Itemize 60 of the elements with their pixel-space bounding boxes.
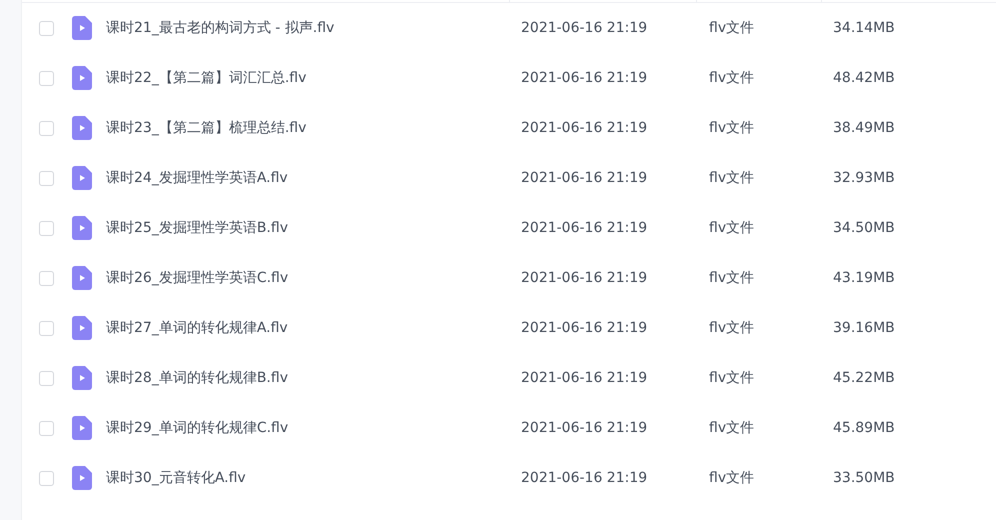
checkbox[interactable] <box>39 370 54 386</box>
checkbox[interactable] <box>39 320 54 336</box>
video-file-icon <box>72 466 92 490</box>
file-size: 38.49MB <box>833 120 895 136</box>
video-file-icon <box>72 166 92 190</box>
video-file-icon <box>72 216 92 240</box>
file-name[interactable]: 课时27_单词的转化规律A.flv <box>106 318 288 338</box>
file-type: flv文件 <box>709 370 754 386</box>
file-name[interactable]: 课时22_【第二篇】词汇汇总.flv <box>106 68 306 88</box>
checkbox[interactable] <box>39 220 54 236</box>
modified-date: 2021-06-16 21:19 <box>521 120 648 136</box>
modified-date: 2021-06-16 21:19 <box>521 220 648 236</box>
file-size: 39.16MB <box>833 320 895 336</box>
modified-date: 2021-06-16 21:19 <box>521 370 648 386</box>
checkbox[interactable] <box>39 470 54 486</box>
checkbox[interactable] <box>39 420 54 436</box>
file-name[interactable]: 课时29_单词的转化规律C.flv <box>106 418 288 438</box>
checkbox[interactable] <box>39 20 54 36</box>
file-type: flv文件 <box>709 220 754 236</box>
video-file-icon <box>72 66 92 90</box>
modified-date: 2021-06-16 21:19 <box>521 320 648 336</box>
video-file-icon <box>72 316 92 340</box>
file-type: flv文件 <box>709 170 754 186</box>
file-size: 43.19MB <box>833 270 895 286</box>
file-name[interactable]: 课时26_发掘理性学英语C.flv <box>106 268 288 288</box>
checkbox[interactable] <box>39 170 54 186</box>
checkbox[interactable] <box>39 270 54 286</box>
file-name[interactable]: 课时24_发掘理性学英语A.flv <box>106 168 288 188</box>
file-name[interactable]: 课时23_【第二篇】梳理总结.flv <box>106 118 306 138</box>
file-name[interactable]: 课时25_发掘理性学英语B.flv <box>106 218 288 238</box>
modified-date: 2021-06-16 21:19 <box>521 20 648 36</box>
file-type: flv文件 <box>709 120 754 136</box>
file-size: 48.42MB <box>833 70 895 86</box>
modified-date: 2021-06-16 21:19 <box>521 170 648 186</box>
modified-date: 2021-06-16 21:19 <box>521 470 648 486</box>
modified-date: 2021-06-16 21:19 <box>521 270 648 286</box>
file-size: 34.14MB <box>833 20 895 36</box>
file-size: 32.93MB <box>833 170 895 186</box>
file-type: flv文件 <box>709 470 754 486</box>
file-type: flv文件 <box>709 320 754 336</box>
file-type: flv文件 <box>709 70 754 86</box>
video-file-icon <box>72 366 92 390</box>
file-name[interactable]: 课时21_最古老的构词方式 - 拟声.flv <box>106 18 334 38</box>
file-size: 45.89MB <box>833 420 895 436</box>
modified-date: 2021-06-16 21:19 <box>521 420 648 436</box>
file-type: flv文件 <box>709 270 754 286</box>
modified-date: 2021-06-16 21:19 <box>521 70 648 86</box>
file-name[interactable]: 课时30_元音转化A.flv <box>106 468 246 488</box>
file-type: flv文件 <box>709 420 754 436</box>
file-size: 34.50MB <box>833 220 895 236</box>
file-type: flv文件 <box>709 20 754 36</box>
video-file-icon <box>72 416 92 440</box>
file-name[interactable]: 课时28_单词的转化规律B.flv <box>106 368 288 388</box>
video-file-icon <box>72 116 92 140</box>
checkbox[interactable] <box>39 120 54 136</box>
video-file-icon <box>72 266 92 290</box>
file-size: 33.50MB <box>833 470 895 486</box>
checkbox[interactable] <box>39 70 54 86</box>
file-size: 45.22MB <box>833 370 895 386</box>
video-file-icon <box>72 16 92 40</box>
